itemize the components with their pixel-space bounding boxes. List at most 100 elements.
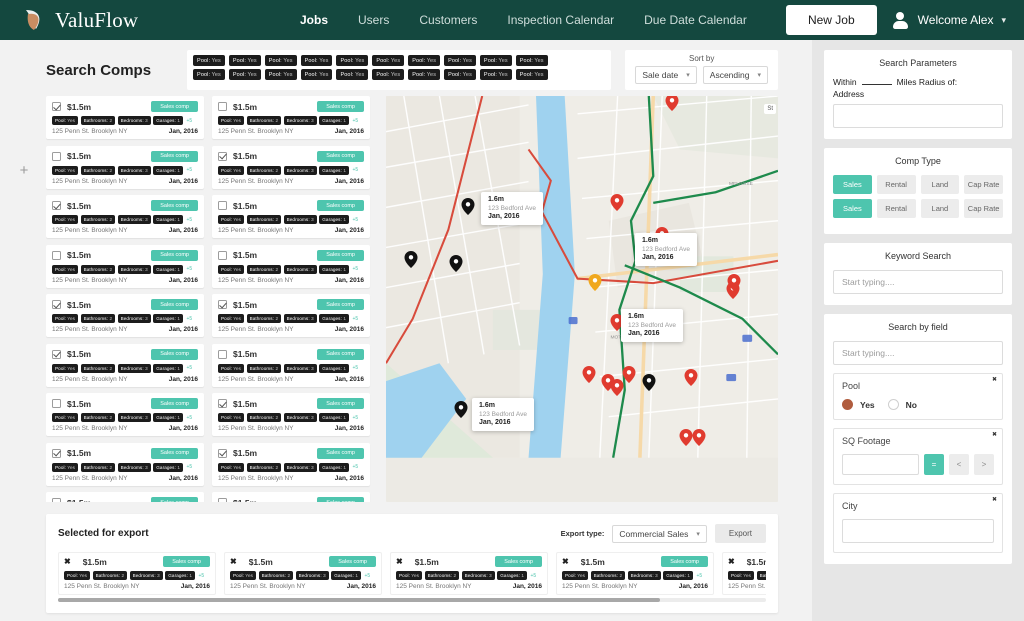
comp-type-cap-rate[interactable]: Cap Rate — [964, 175, 1003, 194]
comp-card-checkbox[interactable] — [52, 498, 61, 502]
comp-tag-more-count[interactable]: +5 — [352, 266, 358, 272]
sq-footage-lessthan-button[interactable]: < — [949, 454, 969, 475]
nav-item-customers[interactable]: Customers — [419, 13, 477, 27]
comp-card[interactable]: $1.5mSales compPool: YesBathrooms: 2Bedr… — [46, 393, 204, 436]
pool-yes-radio[interactable] — [842, 399, 853, 410]
filter-chip[interactable]: Pool: Yes — [372, 55, 404, 66]
map-info-card[interactable]: 1.6m 123 Bedford Ave Jan, 2016 — [635, 233, 697, 266]
remove-x-icon[interactable]: ✖ — [728, 558, 735, 566]
comp-tag-more-count[interactable]: +5 — [186, 167, 192, 173]
filter-chip[interactable]: Pool: Yes — [480, 55, 512, 66]
remove-x-icon[interactable]: ✖ — [562, 558, 569, 566]
sq-footage-input[interactable] — [842, 454, 919, 475]
comp-tag-more-count[interactable]: +5 — [186, 118, 192, 124]
map-pin-red-icon[interactable] — [685, 369, 698, 386]
export-card[interactable]: ✖$1.5mSales compPool: YesBathrooms: 2Bed… — [224, 552, 382, 595]
comp-card-checkbox[interactable] — [52, 251, 61, 260]
map-pin-red-icon[interactable] — [611, 194, 624, 211]
comp-tag-more-count[interactable]: +5 — [696, 573, 702, 579]
comp-card[interactable]: $1.5mSales compPool: YesBathrooms: 2Bedr… — [212, 96, 370, 139]
export-card[interactable]: ✖$1.5mSales compPool: YesBathrooms: 2Bed… — [390, 552, 548, 595]
plus-icon[interactable]: + — [16, 162, 32, 178]
export-card[interactable]: ✖$1.5mSales compPool: YesBathrooms: 2Bed… — [722, 552, 766, 595]
nav-item-inspection-calendar[interactable]: Inspection Calendar — [507, 13, 614, 27]
comp-card[interactable]: $1.5mSales compPool: YesBathrooms: 2Bedr… — [46, 96, 204, 139]
comp-type-rental[interactable]: Rental — [877, 199, 916, 218]
comp-tag-more-count[interactable]: +5 — [186, 217, 192, 223]
map-pin-red-icon[interactable] — [693, 429, 706, 446]
comp-tag-more-count[interactable]: +5 — [198, 573, 204, 579]
comp-card[interactable]: $1.5mSales compPool: YesBathrooms: 2Bedr… — [46, 492, 204, 502]
map-pin-amber-icon[interactable] — [589, 274, 602, 291]
comp-card[interactable]: $1.5mSales compPool: YesBathrooms: 2Bedr… — [212, 443, 370, 486]
map-pin-red-icon[interactable] — [728, 274, 741, 291]
map-info-card[interactable]: 1.6m 123 Bedford Ave Jan, 2016 — [621, 309, 683, 342]
comp-card[interactable]: $1.5mSales compPool: YesBathrooms: 2Bedr… — [46, 344, 204, 387]
comp-card-checkbox[interactable] — [218, 201, 227, 210]
comp-card[interactable]: $1.5mSales compPool: YesBathrooms: 2Bedr… — [212, 393, 370, 436]
comp-tag-more-count[interactable]: +5 — [352, 415, 358, 421]
comp-card-checkbox[interactable] — [52, 300, 61, 309]
comp-tag-more-count[interactable]: +5 — [352, 316, 358, 322]
sort-direction-select[interactable]: Ascending ▾ — [703, 66, 768, 84]
comp-tag-more-count[interactable]: +5 — [186, 266, 192, 272]
filter-chip[interactable]: Pool: Yes — [408, 55, 440, 66]
comp-card[interactable]: $1.5mSales compPool: YesBathrooms: 2Bedr… — [46, 443, 204, 486]
comp-card-checkbox[interactable] — [218, 399, 227, 408]
results-map[interactable]: MELROSE MOTT HAVEN — [386, 96, 778, 502]
map-pin-red-icon[interactable] — [680, 429, 693, 446]
new-job-button[interactable]: New Job — [786, 5, 877, 35]
close-x-icon[interactable]: ✖ — [992, 432, 997, 438]
filter-chip[interactable]: Pool: Yes — [480, 69, 512, 80]
map-pin-red-icon[interactable] — [623, 366, 636, 383]
keyword-search-input[interactable] — [833, 270, 1003, 294]
comp-tag-more-count[interactable]: +5 — [530, 573, 536, 579]
filter-chip[interactable]: Pool: Yes — [193, 69, 225, 80]
comp-card-checkbox[interactable] — [218, 498, 227, 502]
comp-card-checkbox[interactable] — [218, 449, 227, 458]
comp-type-land[interactable]: Land — [921, 199, 960, 218]
comp-type-sales[interactable]: Sales — [833, 199, 872, 218]
comp-tag-more-count[interactable]: +5 — [352, 167, 358, 173]
map-pin-black-icon[interactable] — [643, 374, 656, 391]
export-scrollbar[interactable] — [58, 598, 766, 602]
comp-card-checkbox[interactable] — [52, 152, 61, 161]
comp-tag-more-count[interactable]: +5 — [186, 415, 192, 421]
comp-tag-more-count[interactable]: +5 — [352, 464, 358, 470]
filter-chip[interactable]: Pool: Yes — [408, 69, 440, 80]
filter-chip[interactable]: Pool: Yes — [193, 55, 225, 66]
remove-x-icon[interactable]: ✖ — [64, 558, 71, 566]
filter-chip[interactable]: Pool: Yes — [229, 55, 261, 66]
comp-card-checkbox[interactable] — [218, 350, 227, 359]
comp-card[interactable]: $1.5mSales compPool: YesBathrooms: 2Bedr… — [212, 492, 370, 502]
map-pin-red-icon[interactable] — [666, 96, 679, 111]
comp-results-list[interactable]: $1.5mSales compPool: YesBathrooms: 2Bedr… — [46, 96, 376, 502]
comp-card[interactable]: $1.5mSales compPool: YesBathrooms: 2Bedr… — [46, 146, 204, 189]
comp-type-cap-rate[interactable]: Cap Rate — [964, 199, 1003, 218]
comp-card-checkbox[interactable] — [52, 102, 61, 111]
address-input[interactable] — [833, 104, 1003, 128]
nav-item-due-date-calendar[interactable]: Due Date Calendar — [644, 13, 747, 27]
comp-card-checkbox[interactable] — [52, 399, 61, 408]
comp-card[interactable]: $1.5mSales compPool: YesBathrooms: 2Bedr… — [46, 294, 204, 337]
comp-type-land[interactable]: Land — [921, 175, 960, 194]
map-pin-black-icon[interactable] — [405, 251, 418, 268]
filter-chip[interactable]: Pool: Yes — [336, 69, 368, 80]
radius-input[interactable] — [862, 77, 892, 85]
sq-footage-equals-button[interactable]: = — [924, 454, 944, 475]
city-input[interactable] — [842, 519, 994, 543]
comp-tag-more-count[interactable]: +5 — [352, 365, 358, 371]
export-button[interactable]: Export — [715, 524, 766, 543]
comp-card-checkbox[interactable] — [218, 300, 227, 309]
comp-type-sales[interactable]: Sales — [833, 175, 872, 194]
comp-type-rental[interactable]: Rental — [877, 175, 916, 194]
filter-chip[interactable]: Pool: Yes — [301, 69, 333, 80]
sort-field-select[interactable]: Sale date ▾ — [635, 66, 696, 84]
user-menu[interactable]: Welcome Alex ▾ — [891, 11, 1006, 30]
comp-tag-more-count[interactable]: +5 — [186, 316, 192, 322]
filter-chip[interactable]: Pool: Yes — [229, 69, 261, 80]
map-info-card[interactable]: 1.6m 123 Bedford Ave Jan, 2016 — [472, 398, 534, 431]
nav-item-users[interactable]: Users — [358, 13, 389, 27]
close-x-icon[interactable]: ✖ — [992, 377, 997, 383]
comp-card[interactable]: $1.5mSales compPool: YesBathrooms: 2Bedr… — [212, 245, 370, 288]
